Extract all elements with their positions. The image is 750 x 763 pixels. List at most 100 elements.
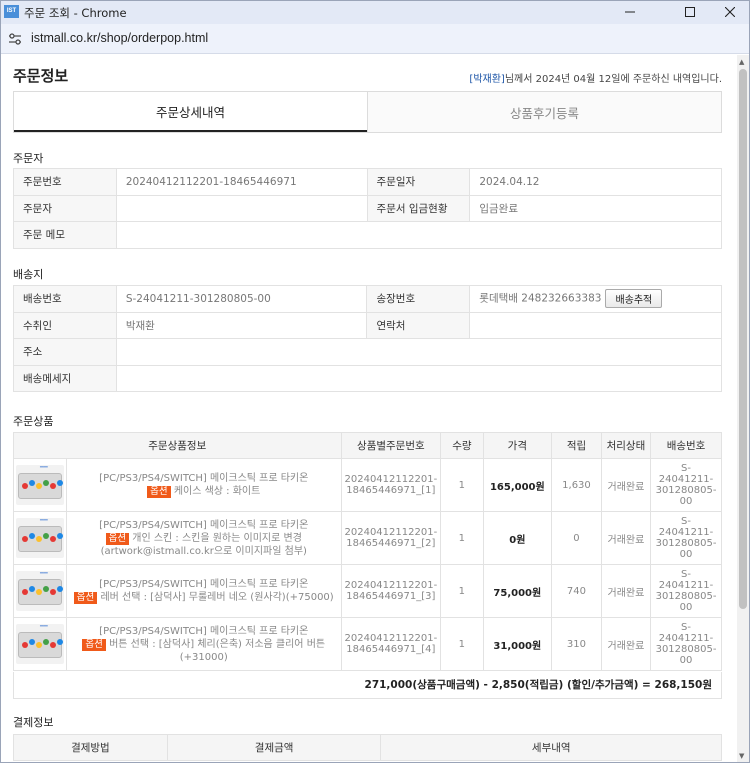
- item-qty: 1: [440, 458, 484, 512]
- col-product-info: 주문상품정보: [13, 432, 342, 459]
- maximize-icon[interactable]: [673, 1, 707, 23]
- item-qty: 1: [440, 511, 484, 565]
- arcade-stick-image[interactable]: ▔▔: [16, 465, 64, 505]
- orderer-table: 주문번호 20240412112201-18465446971 주문일자 202…: [13, 168, 723, 249]
- item-status: 거래완료: [600, 458, 652, 512]
- tab-bar: 주문상세내역 상품후기등록: [13, 91, 722, 133]
- orderer-section-title: 주문자: [13, 152, 44, 165]
- item-ship-no: S-24041211-301280805-00: [650, 458, 722, 512]
- table-row: 주문번호 20240412112201-18465446971 주문일자 202…: [13, 168, 722, 196]
- deposit-status-label: 주문서 입금현황: [366, 194, 471, 222]
- item-points: 0: [551, 511, 602, 565]
- track-delivery-button[interactable]: 배송추적: [605, 289, 663, 309]
- address-bar[interactable]: istmall.co.kr/shop/orderpop.html: [1, 24, 749, 54]
- col-pay-method: 결제방법: [13, 734, 168, 761]
- ship-no-value: S-24041211-301280805-00: [115, 285, 368, 313]
- table-row: 주문 메모: [13, 221, 723, 249]
- close-icon[interactable]: [713, 1, 747, 23]
- item-points: 740: [551, 564, 602, 618]
- item-status: 거래완료: [600, 617, 652, 671]
- item-points: 1,630: [551, 458, 602, 512]
- minimize-icon[interactable]: [613, 1, 647, 23]
- col-item-order-no: 상품별주문번호: [340, 432, 442, 459]
- product-option: 케이스 색상 : 화이트: [173, 486, 261, 497]
- contact-value: [469, 311, 722, 339]
- product-thumbnail[interactable]: ▔▔: [13, 564, 67, 618]
- product-description: [PC/PS3/PS4/SWITCH] 메이크스틱 프로 타키온 옵션 레버 선택…: [66, 564, 342, 618]
- arcade-stick-image[interactable]: ▔▔: [16, 518, 64, 558]
- shipping-table: 배송번호 S-24041211-301280805-00 송장번호 롯데택배 2…: [13, 285, 723, 392]
- orderer-name-label: 주문자: [13, 194, 117, 222]
- item-price: 0원: [482, 511, 553, 565]
- tab-product-review[interactable]: 상품후기등록: [367, 92, 721, 132]
- receiver-label: 수취인: [13, 311, 117, 339]
- arcade-stick-image[interactable]: ▔▔: [16, 624, 64, 664]
- invoice-label: 송장번호: [366, 285, 471, 313]
- table-row: ▔▔ [PC/PS3/PS4/SWITCH] 메이크스틱 프로 타키온 옵션 레버 …: [13, 564, 722, 618]
- receiver-value: 박재환: [115, 311, 368, 339]
- page-title: 주문정보: [13, 67, 69, 85]
- order-total: 271,000(상품구매금액) - 2,850(적립금) (할인/추가금액) =…: [13, 672, 722, 699]
- product-thumbnail[interactable]: ▔▔: [13, 458, 67, 512]
- col-qty: 수량: [440, 432, 484, 459]
- tab-order-detail[interactable]: 주문상세내역: [14, 92, 367, 132]
- product-description: [PC/PS3/PS4/SWITCH] 메이크스틱 프로 타키온 옵션 케이스 색…: [66, 458, 342, 512]
- col-status: 처리상태: [600, 432, 652, 459]
- table-header-row: 주문상품정보 상품별주문번호 수량 가격 적립 처리상태 배송번호: [13, 432, 722, 459]
- window-title: 주문 조회 - Chrome: [24, 6, 127, 20]
- item-qty: 1: [440, 617, 484, 671]
- order-no-value: 20240412112201-18465446971: [115, 168, 368, 196]
- scrollbar-thumb[interactable]: [739, 69, 747, 609]
- invoice-value: 롯데택배 248232663383: [479, 292, 602, 305]
- scroll-down-icon[interactable]: ▼: [739, 752, 744, 760]
- products-section-title: 주문상품: [13, 415, 54, 428]
- item-ship-no: S-24041211-301280805-00: [650, 617, 722, 671]
- table-row: 주소: [13, 338, 723, 366]
- item-order-no: 20240412112201-18465446971_[4]: [340, 617, 442, 671]
- product-thumbnail[interactable]: ▔▔: [13, 617, 67, 671]
- option-badge: 옵션: [73, 592, 98, 604]
- table-row: 주문자 주문서 입금현황 입금완료: [13, 194, 722, 222]
- app-icon: IST: [4, 5, 19, 18]
- product-name[interactable]: [PC/PS3/PS4/SWITCH] 메이크스틱 프로 타키온: [99, 626, 308, 637]
- site-settings-icon[interactable]: [8, 32, 22, 49]
- item-price: 31,000원: [482, 617, 553, 671]
- table-header-row: 결제방법 결제금액 세부내역: [13, 734, 722, 761]
- order-no-label: 주문번호: [13, 168, 117, 196]
- order-date-value: 2024.04.12: [469, 168, 722, 196]
- item-status: 거래완료: [600, 511, 652, 565]
- item-order-no: 20240412112201-18465446971_[3]: [340, 564, 442, 618]
- product-name[interactable]: [PC/PS3/PS4/SWITCH] 메이크스틱 프로 타키온: [99, 520, 308, 531]
- product-option: 개인 스킨 : 스킨을 원하는 이미지로 변경 (artwork@istmall…: [100, 532, 307, 557]
- shipping-section-title: 배송지: [13, 268, 44, 281]
- order-memo-label: 주문 메모: [13, 221, 117, 249]
- arcade-stick-image[interactable]: ▔▔: [16, 571, 64, 611]
- notice-text: 님께서 2024년 04월 12일에 주문하신 내역입니다.: [504, 74, 722, 85]
- ship-message-label: 배송메세지: [13, 364, 117, 392]
- table-row: 배송번호 S-24041211-301280805-00 송장번호 롯데택배 2…: [13, 285, 722, 313]
- col-pay-detail: 세부내역: [380, 734, 722, 761]
- product-thumbnail[interactable]: ▔▔: [13, 511, 67, 565]
- table-row: 수취인 박재환 연락처: [13, 311, 722, 339]
- product-option: 레버 선택 : [삼덕사] 무룰레버 네오 (원사각)(+75000): [100, 592, 334, 603]
- product-name[interactable]: [PC/PS3/PS4/SWITCH] 메이크스틱 프로 타키온: [99, 473, 308, 484]
- deposit-status-value: 입금완료: [469, 194, 722, 222]
- scroll-up-icon[interactable]: ▲: [739, 58, 744, 66]
- customer-name: [박재환]: [469, 74, 505, 85]
- col-price: 가격: [482, 432, 553, 459]
- item-price: 165,000원: [482, 458, 553, 512]
- product-name[interactable]: [PC/PS3/PS4/SWITCH] 메이크스틱 프로 타키온: [99, 579, 308, 590]
- page-content: 주문정보 [박재환]님께서 2024년 04월 12일에 주문하신 내역입니다.…: [1, 55, 737, 762]
- option-badge: 옵션: [82, 638, 106, 651]
- product-description: [PC/PS3/PS4/SWITCH] 메이크스틱 프로 타키온 옵션 개인 스킨…: [66, 511, 342, 565]
- product-description: [PC/PS3/PS4/SWITCH] 메이크스틱 프로 타키온 옵션 버튼 선택…: [66, 617, 342, 671]
- products-table-body: ▔▔ [PC/PS3/PS4/SWITCH] 메이크스틱 프로 타키온 옵션 케이스…: [13, 458, 722, 671]
- contact-label: 연락처: [366, 311, 471, 339]
- option-badge: 옵션: [105, 532, 130, 545]
- vertical-scrollbar[interactable]: ▲ ▼: [737, 55, 749, 762]
- order-date-label: 주문일자: [366, 168, 471, 196]
- item-qty: 1: [440, 564, 484, 618]
- table-row: ▔▔ [PC/PS3/PS4/SWITCH] 메이크스틱 프로 타키온 옵션 케이스…: [13, 458, 722, 512]
- url-text[interactable]: istmall.co.kr/shop/orderpop.html: [31, 31, 208, 45]
- ship-no-label: 배송번호: [13, 285, 117, 313]
